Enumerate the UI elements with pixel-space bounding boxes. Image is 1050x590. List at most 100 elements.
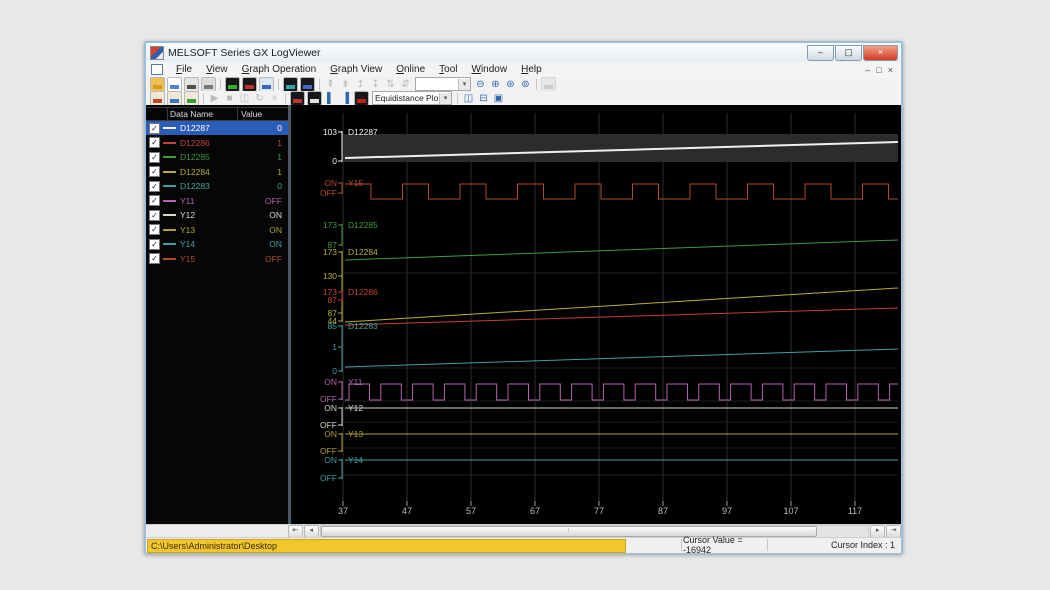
app-window: MELSOFT Series GX LogViewer – ▢ × FileVi… [144,41,903,554]
visibility-checkbox[interactable]: ✓ [149,253,160,264]
new-doc-icon[interactable] [167,77,182,92]
tile-vertically-icon[interactable]: ◫ [462,92,475,105]
graph-display-icon[interactable] [307,91,322,106]
visibility-checkbox[interactable]: ✓ [149,210,160,221]
series-color-swatch [163,142,176,144]
menu-view[interactable]: View [199,63,235,76]
visibility-checkbox[interactable]: ✓ [149,195,160,206]
y-axis-tick-label: 0 [332,366,337,376]
visibility-checkbox[interactable]: ✓ [149,224,160,235]
legend-row-d12284[interactable]: ✓D122841 [146,165,288,179]
legend-row-y12[interactable]: ✓Y12ON [146,208,288,222]
series-name: D12284 [180,167,240,177]
menu-online[interactable]: Online [389,63,432,76]
mdi-close-button[interactable]: × [888,64,893,76]
menu-file[interactable]: File [169,63,199,76]
y-axis-tick-label: ON [324,455,337,465]
visibility-checkbox[interactable]: ✓ [149,137,160,148]
zoom-out-icon[interactable]: ⊖ [474,78,487,91]
series-value: OFF [240,196,288,206]
cursor-right-icon[interactable]: ▐ [339,92,352,105]
y-axis-tick-label: OFF [320,473,337,483]
x-axis-label: 87 [658,506,668,516]
series-label: D12286 [348,287,378,297]
open-icon[interactable] [150,77,165,92]
menu-graph-operation[interactable]: Graph Operation [235,63,324,76]
series-color-swatch [163,185,176,187]
close-button[interactable]: × [863,45,898,61]
maximize-button[interactable]: ▢ [835,45,862,61]
menu-help[interactable]: Help [514,63,549,76]
graph-select-combo[interactable]: ▾ [415,77,471,91]
legend-row-d12287[interactable]: ✓D122870 [146,121,288,135]
resize-grip[interactable]: .:: [890,544,899,551]
column-value[interactable]: Value [241,109,262,119]
chevron-down-icon[interactable]: ▾ [439,93,451,104]
stop-monitor-icon[interactable] [242,77,257,92]
status-empty-segment [624,539,682,551]
status-file-path: C:\Users\Administrator\Desktop [147,539,626,553]
history-graph-icon[interactable] [300,77,315,92]
menu-graph-view[interactable]: Graph View [323,63,389,76]
open-logging-file-icon[interactable] [150,91,165,106]
menu-tool[interactable]: Tool [432,63,464,76]
legend-row-y15[interactable]: ✓Y15OFF [146,252,288,266]
realtime-graph-icon[interactable] [283,77,298,92]
save-file-icon[interactable] [184,91,199,106]
y-axis-tick-label: ON [324,403,337,413]
minimize-button[interactable]: – [807,45,834,61]
zoom-range-icon[interactable]: ⊚ [519,78,532,91]
pause-icon: ◫ [238,92,251,105]
mdi-system-icon[interactable] [151,64,163,75]
column-data-name[interactable]: Data Name [170,109,213,119]
y-axis-tick-label: 87 [328,295,338,305]
visibility-checkbox[interactable]: ✓ [149,166,160,177]
open-recent-file-icon[interactable] [167,91,182,106]
graph-pane[interactable]: 374757677787971071171030D12287ONOFFY1517… [291,105,901,524]
series-name: Y12 [180,210,240,220]
find-icon[interactable] [184,77,199,92]
menu-window[interactable]: Window [465,63,515,76]
prev-graph-icon: ⇞ [324,78,337,91]
series-value: 1 [240,152,288,162]
legend-row-d12286[interactable]: ✓D122861 [146,136,288,150]
tile-horizontally-icon[interactable]: ⊟ [477,92,490,105]
cascade-icon[interactable]: ▣ [492,92,505,105]
visibility-checkbox[interactable]: ✓ [149,181,160,192]
chevron-down-icon[interactable]: ▾ [458,79,470,90]
visibility-checkbox[interactable]: ✓ [149,152,160,163]
mdi-restore-button[interactable]: □ [876,64,881,76]
legend-red-icon[interactable] [354,91,369,106]
toolbar-separator [278,79,279,90]
cursor-left-icon[interactable]: ▌ [324,92,337,105]
zoom-in-icon[interactable]: ⊕ [489,78,502,91]
app-icon [150,46,164,60]
series-color-swatch [163,200,176,202]
legend-row-d12285[interactable]: ✓D122851 [146,150,288,164]
y-axis-tick-label: 173 [323,247,337,257]
plot-mode-combo[interactable]: Equidistance Plot▾ [372,91,452,105]
series-label: Y15 [348,178,363,188]
series-label: D12285 [348,220,378,230]
series-name: Y13 [180,225,240,235]
trend-chart[interactable]: 374757677787971071171030D12287ONOFFY1517… [291,105,901,524]
series-label: D12287 [348,127,378,137]
horizontal-scrollbar-row: ⇤ ◂ ⁞ ▸ ⇥ [146,524,901,538]
online-data-icon[interactable] [259,77,274,92]
status-cursor-index: Cursor Index : 1 [765,539,907,551]
print-icon[interactable] [201,77,216,92]
series-label: D12283 [348,321,378,331]
legend-row-y14[interactable]: ✓Y14ON [146,237,288,251]
legend-row-y11[interactable]: ✓Y11OFF [146,194,288,208]
legend-row-y13[interactable]: ✓Y13ON [146,223,288,237]
toolbar-separator [220,79,221,90]
start-monitor-icon[interactable] [225,77,240,92]
visibility-checkbox[interactable]: ✓ [149,239,160,250]
legend-row-d12283[interactable]: ✓D122830 [146,179,288,193]
visibility-checkbox[interactable]: ✓ [149,123,160,134]
y-axis-tick-label: 0 [332,156,337,166]
cursor-red-icon[interactable] [290,91,305,106]
x-axis-label: 117 [848,506,862,516]
mdi-minimize-button[interactable]: – [865,64,870,76]
zoom-reset-icon[interactable]: ⊛ [504,78,517,91]
